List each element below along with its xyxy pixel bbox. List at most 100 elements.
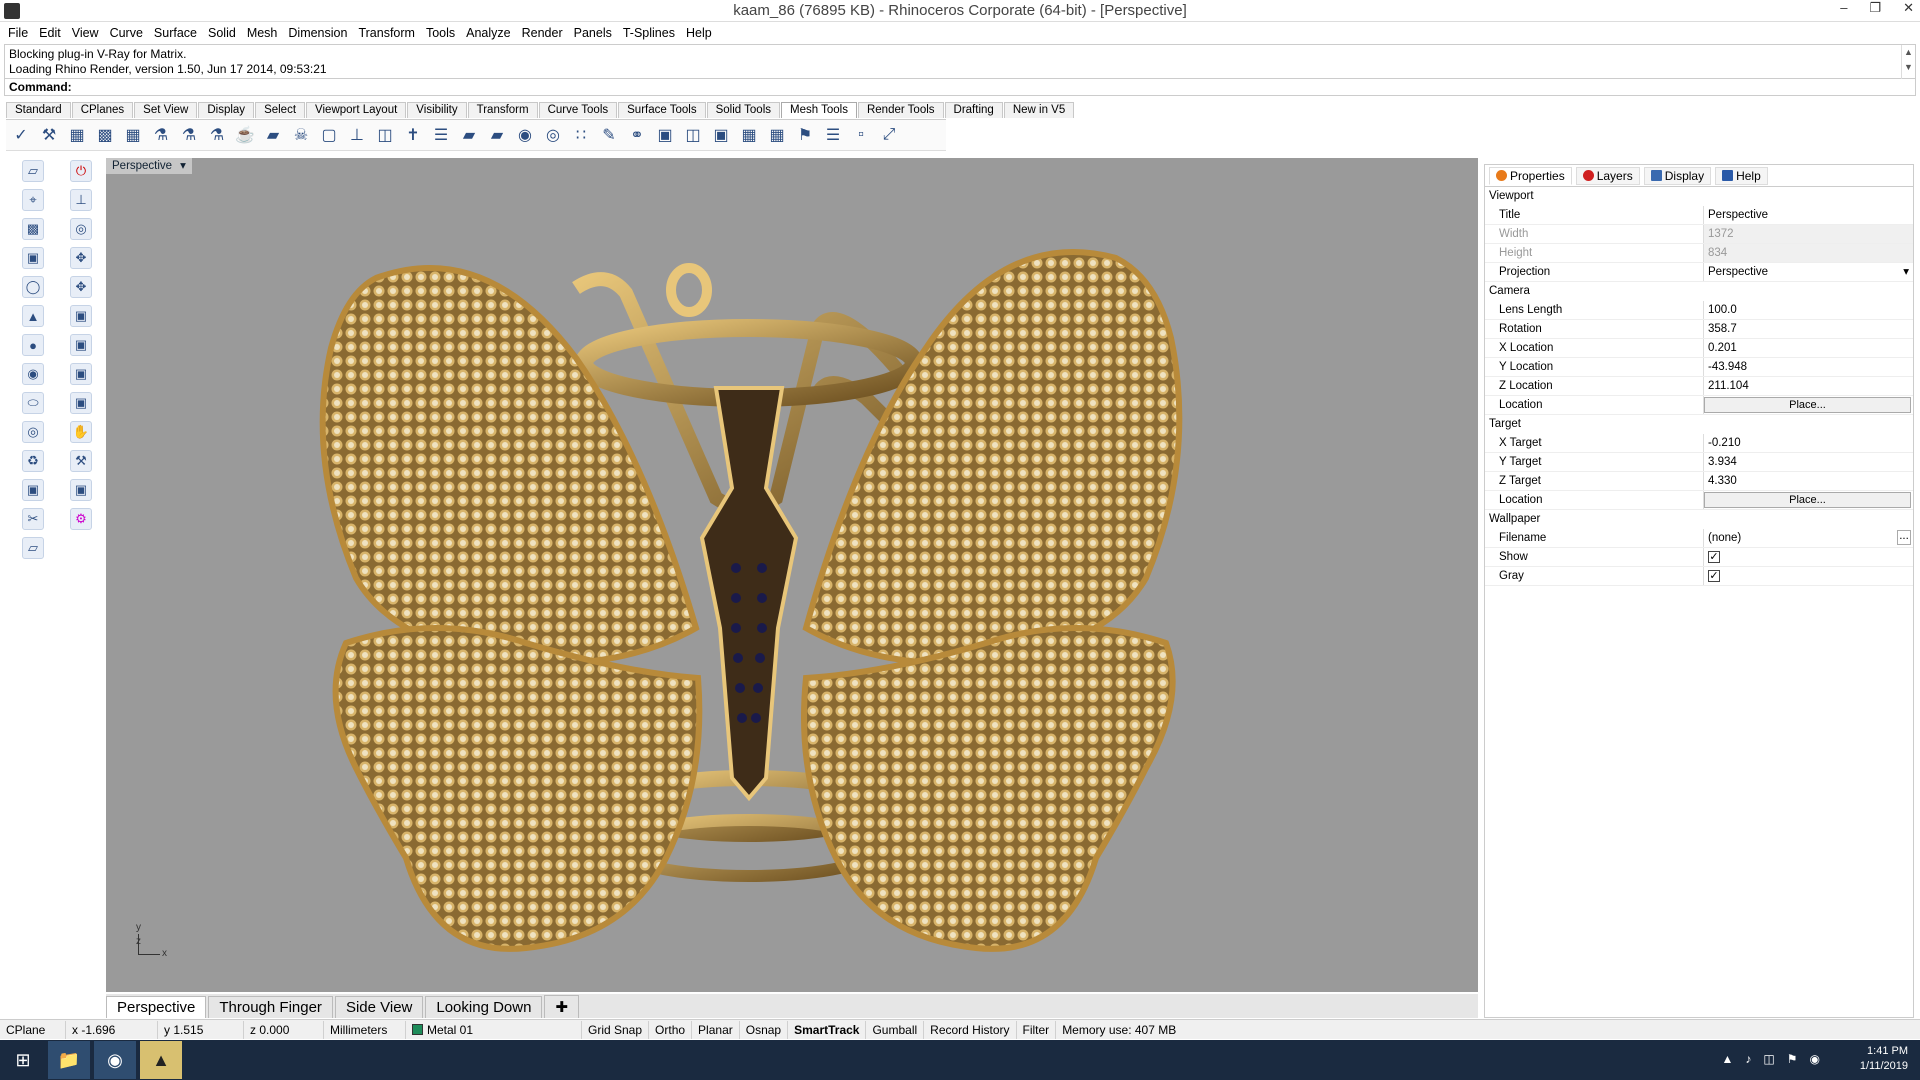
mesh-slab-icon[interactable]: ▰ — [458, 124, 480, 146]
tab-display[interactable]: Display — [198, 102, 255, 118]
mesh-cup-icon[interactable]: ☕ — [234, 124, 256, 146]
menu-file[interactable]: File — [8, 26, 36, 40]
perspective-viewport[interactable]: Perspective ▾ y x — [106, 158, 1478, 992]
mesh-select-icon[interactable]: ▣ — [654, 124, 676, 146]
camera-icon[interactable]: ▣ — [70, 479, 92, 501]
prop-value[interactable]: 358.7 — [1703, 320, 1913, 338]
flag-icon[interactable]: ⚑ — [1787, 1052, 1798, 1066]
gumball-icon[interactable]: ✥ — [70, 247, 92, 269]
clock[interactable]: 1:41 PM 1/11/2019 — [1860, 1044, 1908, 1074]
tab-set-view[interactable]: Set View — [134, 102, 198, 118]
minimize-icon[interactable]: – — [1840, 0, 1847, 16]
menu-view[interactable]: View — [72, 26, 107, 40]
menu-tools[interactable]: Tools — [426, 26, 463, 40]
mesh-figure-icon[interactable]: ⚗ — [206, 124, 228, 146]
viewport-tab-perspective[interactable]: Perspective — [106, 996, 207, 1018]
mesh-count-icon[interactable]: ☰ — [822, 124, 844, 146]
prop-value[interactable]: -43.948 — [1703, 358, 1913, 376]
file-explorer-icon[interactable]: 📁 — [48, 1041, 90, 1079]
hand-icon[interactable]: ✋ — [70, 421, 92, 443]
tab-viewport-layout[interactable]: Viewport Layout — [306, 102, 407, 118]
mesh-pen-icon[interactable]: ✎ — [598, 124, 620, 146]
filename-field[interactable]: (none)... — [1703, 529, 1913, 547]
mesh-box-icon[interactable]: ▩ — [94, 124, 116, 146]
mesh-table-icon[interactable]: ▦ — [738, 124, 760, 146]
add-viewport-tab-icon[interactable]: ✚ — [544, 995, 580, 1018]
prop-value[interactable]: -0.210 — [1703, 434, 1913, 452]
mesh-grid-icon[interactable]: ▦ — [66, 124, 88, 146]
tab-transform[interactable]: Transform — [467, 102, 538, 118]
cplane-icon[interactable]: ⊥ — [70, 189, 92, 211]
puzzle-icon[interactable]: ♻ — [22, 450, 44, 472]
sphere-icon[interactable]: ◉ — [22, 363, 44, 385]
cube-right-icon[interactable]: ▣ — [70, 363, 92, 385]
viewport-tab-side-view[interactable]: Side View — [334, 996, 424, 1018]
planar-toggle[interactable]: Planar — [692, 1020, 740, 1039]
cube-top-icon[interactable]: ▣ — [70, 305, 92, 327]
mesh-figure-icon[interactable]: ⚗ — [178, 124, 200, 146]
mesh-book-icon[interactable]: ◫ — [682, 124, 704, 146]
menu-analyze[interactable]: Analyze — [466, 26, 518, 40]
volume-icon[interactable]: ♪ — [1745, 1052, 1751, 1066]
mesh-spheres-icon[interactable]: ◎ — [542, 124, 564, 146]
prop-value[interactable]: 0.201 — [1703, 339, 1913, 357]
grid-snap-toggle[interactable]: Grid Snap — [582, 1020, 650, 1039]
show-checkbox[interactable]: ✓ — [1708, 551, 1720, 563]
tab-select[interactable]: Select — [255, 102, 306, 118]
close-icon[interactable]: ✕ — [1903, 0, 1914, 16]
checkmark-icon[interactable]: ✓ — [10, 124, 32, 146]
panel-tab-help[interactable]: Help — [1715, 166, 1768, 185]
viewport-tab-looking-down[interactable]: Looking Down — [425, 996, 543, 1018]
tab-curve-tools[interactable]: Curve Tools — [538, 102, 618, 118]
target-place-button[interactable]: Place... — [1704, 492, 1911, 508]
osnap-toggle[interactable]: Osnap — [740, 1020, 789, 1039]
cube-front-icon[interactable]: ▣ — [70, 334, 92, 356]
menu-curve[interactable]: Curve — [110, 26, 151, 40]
tab-render-tools[interactable]: Render Tools — [857, 102, 944, 118]
mesh-sphere-icon[interactable]: ◉ — [514, 124, 536, 146]
viewport-tab-through-finger[interactable]: Through Finger — [208, 996, 333, 1018]
panel-tab-display[interactable]: Display — [1643, 166, 1712, 185]
menu-help[interactable]: Help — [686, 26, 720, 40]
mesh-cube-icon[interactable]: ▢ — [318, 124, 340, 146]
tab-surface-tools[interactable]: Surface Tools — [618, 102, 706, 118]
projection-select[interactable]: Perspective ▾ — [1703, 263, 1913, 281]
prop-value[interactable]: 3.934 — [1703, 453, 1913, 471]
windows-start-icon[interactable]: ⊞ — [2, 1041, 44, 1079]
torus-icon[interactable]: ◎ — [22, 421, 44, 443]
globe-icon[interactable]: ◎ — [70, 218, 92, 240]
status-layer[interactable]: Metal 01 — [406, 1020, 582, 1039]
mesh-skull-icon[interactable]: ☠ — [290, 124, 312, 146]
ortho-toggle[interactable]: Ortho — [649, 1020, 693, 1039]
panel-tab-properties[interactable]: Properties — [1489, 166, 1572, 185]
gray-checkbox[interactable]: ✓ — [1708, 570, 1720, 582]
tab-new-in-v5[interactable]: New in V5 — [1003, 102, 1075, 118]
mesh-stats-icon[interactable]: ▫ — [850, 124, 872, 146]
filter-toggle[interactable]: Filter — [1017, 1020, 1057, 1039]
mesh-link-icon[interactable]: ⚭ — [626, 124, 648, 146]
menu-dimension[interactable]: Dimension — [288, 26, 355, 40]
history-scrollbar[interactable]: ▲ ▼ — [1901, 45, 1915, 79]
surface-icon[interactable]: ▱ — [22, 160, 44, 182]
plane-icon[interactable]: ▩ — [22, 218, 44, 240]
menu-tsplines[interactable]: T-Splines — [623, 26, 683, 40]
tab-solid-tools[interactable]: Solid Tools — [706, 102, 780, 118]
gumball-toggle[interactable]: Gumball — [866, 1020, 925, 1039]
drop-icon[interactable]: ● — [22, 334, 44, 356]
notification-icon[interactable]: ◉ — [1810, 1052, 1820, 1066]
mesh-table-icon[interactable]: ▦ — [766, 124, 788, 146]
box-icon[interactable]: ▣ — [22, 247, 44, 269]
mesh-slab-icon[interactable]: ▰ — [486, 124, 508, 146]
mesh-flag-icon[interactable]: ⚑ — [794, 124, 816, 146]
menu-panels[interactable]: Panels — [574, 26, 620, 40]
browse-icon[interactable]: ... — [1897, 530, 1911, 545]
mesh-figure-icon[interactable]: ⚗ — [150, 124, 172, 146]
rhino-taskbar-icon[interactable]: ▲ — [140, 1041, 182, 1079]
sheet-icon[interactable]: ▱ — [22, 537, 44, 559]
mesh-net-icon[interactable]: ◫ — [374, 124, 396, 146]
square-icon[interactable]: ▣ — [22, 479, 44, 501]
prop-value[interactable]: 100.0 — [1703, 301, 1913, 319]
tab-standard[interactable]: Standard — [6, 102, 71, 118]
mesh-points-icon[interactable]: ∷ — [570, 124, 592, 146]
stop-icon[interactable]: ⏻ — [70, 160, 92, 182]
